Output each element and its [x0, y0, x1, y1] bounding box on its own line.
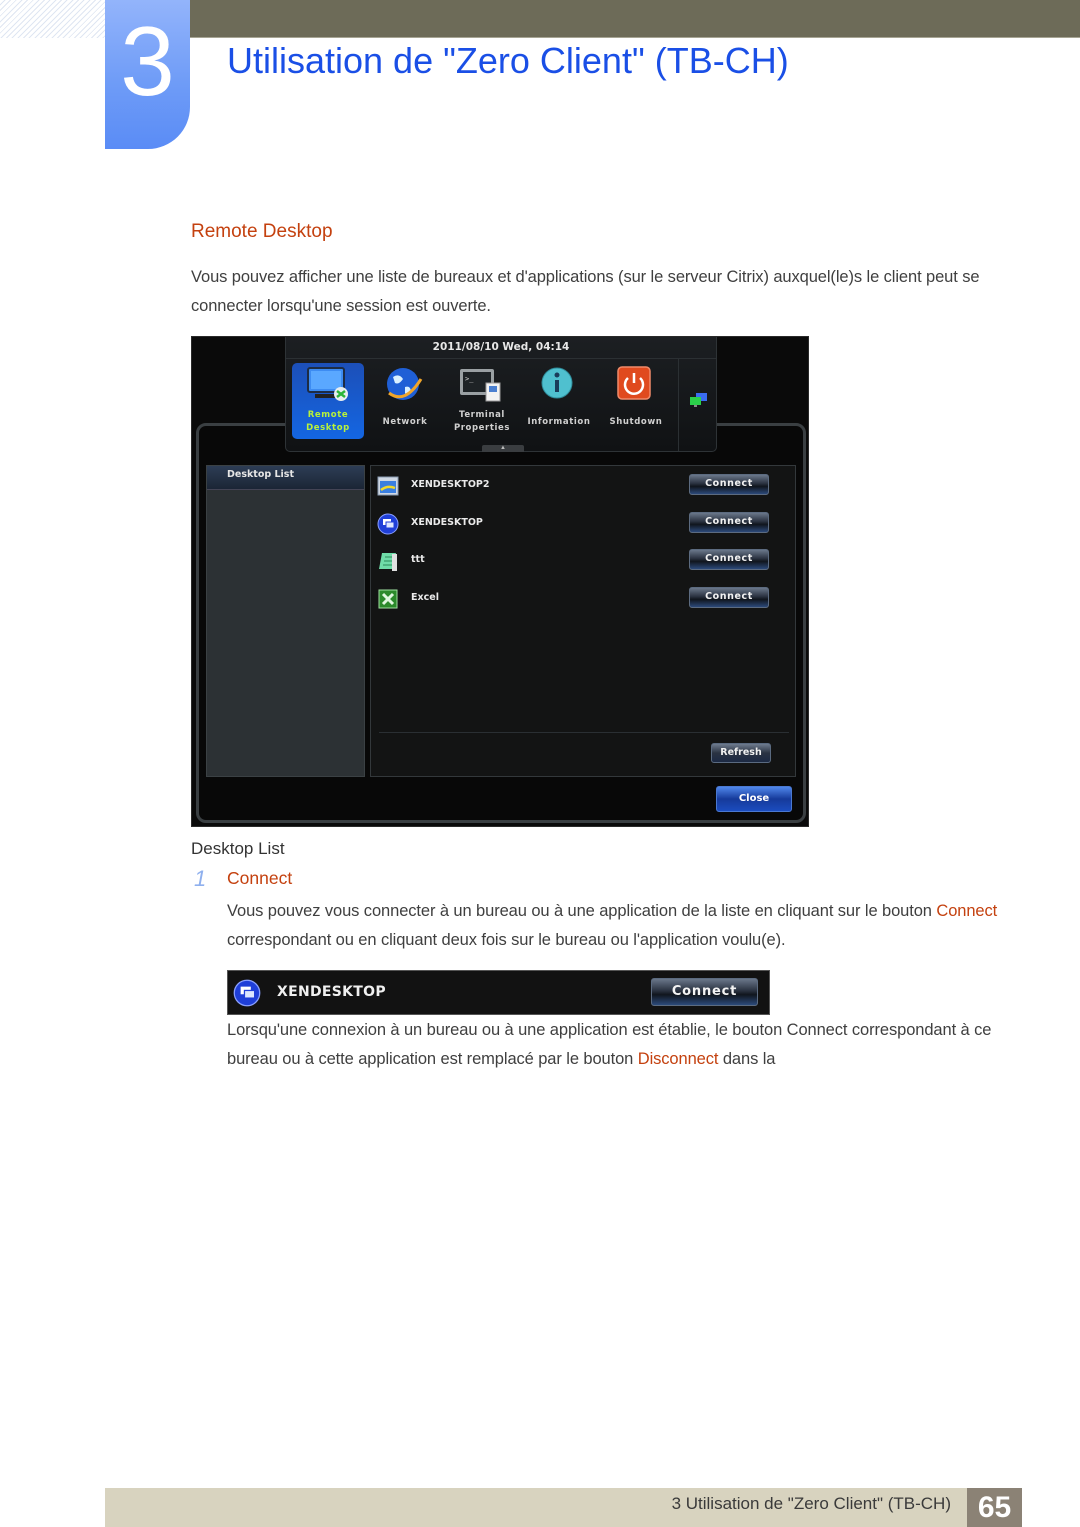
header-band	[190, 0, 1080, 38]
terminal-icon: >_	[460, 369, 501, 402]
info-icon	[541, 367, 573, 399]
desktop-name: ttt	[411, 554, 425, 565]
excel-icon	[378, 589, 398, 609]
step-number: 1	[194, 866, 207, 891]
menu-shutdown[interactable]: Shutdown	[600, 363, 672, 439]
desktop-name: XENDESKTOP	[277, 984, 386, 1000]
desktop-list-title: Desktop List	[207, 466, 364, 490]
power-icon	[617, 366, 651, 400]
chapter-number: 3	[120, 6, 175, 116]
network-monitors-icon[interactable]	[688, 392, 710, 410]
menu-label: Remote	[307, 410, 349, 420]
connect-button[interactable]: Connect	[689, 474, 769, 495]
chapter-tab: 3	[105, 0, 190, 149]
menu-network[interactable]: Network	[369, 363, 441, 439]
close-button[interactable]: Close	[716, 786, 792, 812]
menu-divider	[678, 359, 679, 451]
intro-paragraph: Vous pouvez afficher une liste de bureau…	[191, 268, 980, 315]
xendesktop-icon	[233, 979, 261, 1007]
connect-highlight: Connect	[936, 902, 998, 920]
desktop-name: XENDESKTOP2	[411, 479, 490, 490]
section-heading: Remote Desktop	[191, 221, 333, 242]
text: Lorsqu'une connexion à un bureau ou à un…	[227, 1021, 992, 1068]
svg-text:>_: >_	[465, 375, 474, 383]
desktop-list-panel: Desktop List	[206, 465, 365, 777]
menu-label: Terminal	[459, 410, 505, 420]
monitor-icon	[307, 367, 348, 401]
chapter-title: Utilisation de "Zero Client" (TB-CH)	[227, 40, 789, 81]
connect-paragraph: Vous pouvez vous connecter à un bureau o…	[227, 897, 1017, 955]
text: Vous pouvez vous connecter à un bureau o…	[227, 902, 937, 920]
menu-label: Properties	[453, 423, 511, 433]
datetime-display: 2011/08/10 Wed, 04:14	[286, 337, 716, 359]
connect-example-screenshot: XENDESKTOP Connect	[227, 970, 770, 1015]
decorative-hatch	[0, 0, 105, 38]
step-title: Connect	[227, 868, 293, 888]
xendesktop-icon	[377, 513, 399, 535]
text: dans la	[718, 1050, 776, 1068]
remote-desktop-screenshot: 2011/08/10 Wed, 04:14 Remote Desktop Net…	[191, 336, 809, 827]
menu-label: Shutdown	[609, 417, 663, 427]
list-item[interactable]: ttt Connect	[371, 547, 795, 577]
menu-terminal-properties[interactable]: >_ Terminal Properties	[446, 363, 518, 439]
desktop-list: XENDESKTOP2 Connect XENDESKTOP Connect t…	[370, 465, 796, 777]
footer-chapter-title: 3 Utilisation de "Zero Client" (TB-CH)	[671, 1494, 951, 1513]
page-number: 65	[967, 1488, 1022, 1527]
desktop-name: XENDESKTOP	[411, 517, 483, 528]
desktop-name: Excel	[411, 592, 439, 603]
menu-information[interactable]: Information	[523, 363, 595, 439]
notepad-icon	[379, 553, 397, 571]
text: correspondant ou en cliquant deux fois s…	[227, 931, 786, 949]
desktop-window-icon	[377, 476, 399, 496]
disconnect-highlight: Disconnect	[637, 1050, 719, 1068]
menu-label: Desktop	[306, 423, 350, 433]
menu-label: Information	[527, 417, 591, 427]
collapse-menu-tab[interactable]: ▲	[482, 445, 524, 452]
disconnect-paragraph: Lorsqu'une connexion à un bureau ou à un…	[227, 1016, 1017, 1074]
top-menu-bar: 2011/08/10 Wed, 04:14 Remote Desktop Net…	[285, 337, 717, 452]
connect-button[interactable]: Connect	[689, 549, 769, 570]
connect-button[interactable]: Connect	[651, 978, 758, 1006]
list-item[interactable]: Excel Connect	[371, 585, 795, 615]
desktop-list-heading: Desktop List	[191, 839, 285, 858]
connect-button[interactable]: Connect	[689, 587, 769, 608]
menu-label: Network	[382, 417, 428, 427]
list-separator	[379, 732, 789, 733]
refresh-button[interactable]: Refresh	[711, 743, 771, 763]
connect-button[interactable]: Connect	[689, 512, 769, 533]
globe-icon	[387, 368, 423, 400]
list-item[interactable]: XENDESKTOP2 Connect	[371, 472, 795, 502]
menu-remote-desktop[interactable]: Remote Desktop	[292, 363, 364, 439]
list-item[interactable]: XENDESKTOP Connect	[371, 510, 795, 540]
